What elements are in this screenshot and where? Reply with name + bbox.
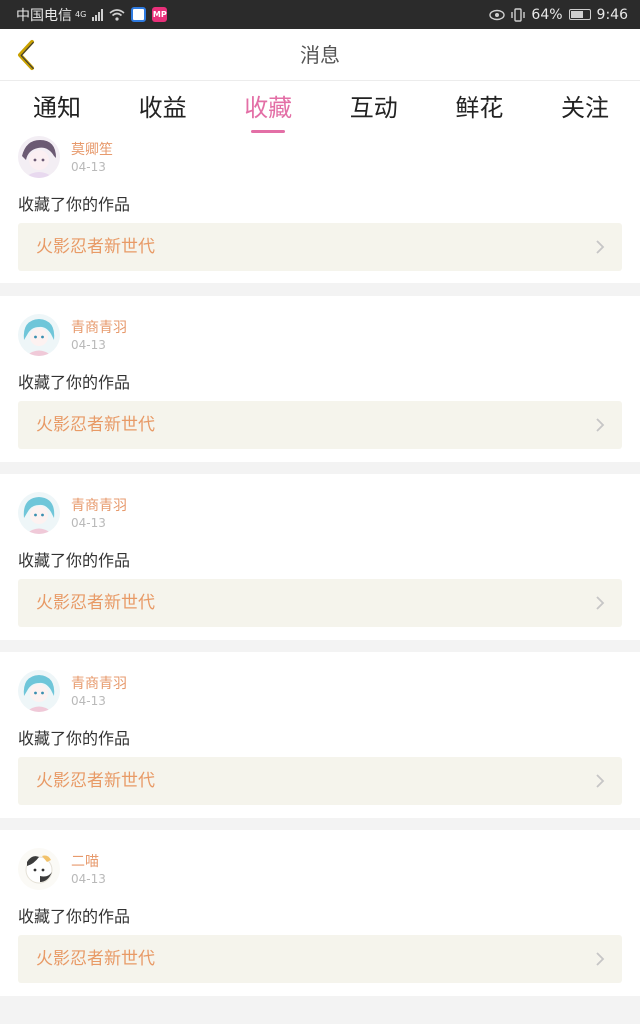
action-text: 收藏了你的作品	[18, 195, 131, 214]
action-text: 收藏了你的作品	[18, 729, 131, 748]
battery-icon	[568, 9, 591, 20]
work-link[interactable]: 火影忍者新世代	[18, 579, 622, 627]
tab-notice[interactable]: 通知	[18, 82, 96, 134]
status-bar: 中国电信 4G MP 64% 9:46	[0, 0, 640, 29]
page-title: 消息	[300, 43, 340, 67]
signal-icon	[92, 8, 104, 21]
list-item: 莫卿笙 04-13 收藏了你的作品 火影忍者新世代	[0, 134, 640, 283]
chevron-left-icon	[18, 40, 34, 70]
list-item: 二喵 04-13 收藏了你的作品 火影忍者新世代	[0, 830, 640, 996]
eye-icon	[489, 9, 506, 20]
tab-follow[interactable]: 关注	[546, 82, 624, 134]
avatar[interactable]	[18, 136, 60, 178]
username[interactable]: 二喵	[71, 851, 99, 871]
tab-flowers[interactable]: 鲜花	[440, 82, 518, 134]
timestamp: 04-13	[71, 872, 106, 886]
back-button[interactable]	[8, 37, 44, 73]
app-notification-icon	[131, 7, 147, 22]
work-title: 火影忍者新世代	[36, 237, 155, 257]
timestamp: 04-13	[71, 516, 106, 530]
avatar[interactable]	[18, 670, 60, 712]
chevron-right-icon	[596, 774, 605, 788]
tab-earnings[interactable]: 收益	[124, 82, 202, 134]
chevron-right-icon	[596, 418, 605, 432]
timestamp: 04-13	[71, 160, 106, 174]
chevron-right-icon	[596, 596, 605, 610]
username[interactable]: 青商青羽	[71, 673, 127, 693]
action-text: 收藏了你的作品	[18, 907, 131, 926]
list-item: 青商青羽 04-13 收藏了你的作品 火影忍者新世代	[0, 296, 640, 462]
work-link[interactable]: 火影忍者新世代	[18, 223, 622, 271]
username[interactable]: 青商青羽	[71, 495, 127, 515]
avatar[interactable]	[18, 314, 60, 356]
vibrate-icon	[511, 7, 526, 22]
network-type: 4G	[75, 10, 87, 19]
work-title: 火影忍者新世代	[36, 593, 155, 613]
work-link[interactable]: 火影忍者新世代	[18, 401, 622, 449]
work-link[interactable]: 火影忍者新世代	[18, 757, 622, 805]
timestamp: 04-13	[71, 694, 106, 708]
work-title: 火影忍者新世代	[36, 771, 155, 791]
chevron-right-icon	[596, 240, 605, 254]
list-item: 青商青羽 04-13 收藏了你的作品 火影忍者新世代	[0, 474, 640, 640]
list-item: 青商青羽 04-13 收藏了你的作品 火影忍者新世代	[0, 652, 640, 818]
work-title: 火影忍者新世代	[36, 949, 155, 969]
app-badge-icon: MP	[152, 7, 168, 22]
timestamp: 04-13	[71, 338, 106, 352]
clock: 9:46	[596, 6, 628, 23]
chevron-right-icon	[596, 952, 605, 966]
avatar[interactable]	[18, 848, 60, 890]
battery-percent: 64%	[531, 6, 563, 23]
carrier-label: 中国电信	[16, 7, 72, 24]
action-text: 收藏了你的作品	[18, 373, 131, 392]
work-link[interactable]: 火影忍者新世代	[18, 935, 622, 983]
notification-list[interactable]: 莫卿笙 04-13 收藏了你的作品 火影忍者新世代 青商青羽 04-13 收藏了…	[0, 134, 640, 1024]
avatar[interactable]	[18, 492, 60, 534]
tab-interaction[interactable]: 互动	[335, 82, 413, 134]
username[interactable]: 莫卿笙	[71, 139, 113, 159]
wifi-icon	[109, 8, 125, 21]
tab-bar: 通知 收益 收藏 互动 鲜花 关注	[0, 82, 640, 134]
work-title: 火影忍者新世代	[36, 415, 155, 435]
username[interactable]: 青商青羽	[71, 317, 127, 337]
header: 消息	[0, 29, 640, 81]
action-text: 收藏了你的作品	[18, 551, 131, 570]
tab-favorites[interactable]: 收藏	[229, 82, 307, 134]
